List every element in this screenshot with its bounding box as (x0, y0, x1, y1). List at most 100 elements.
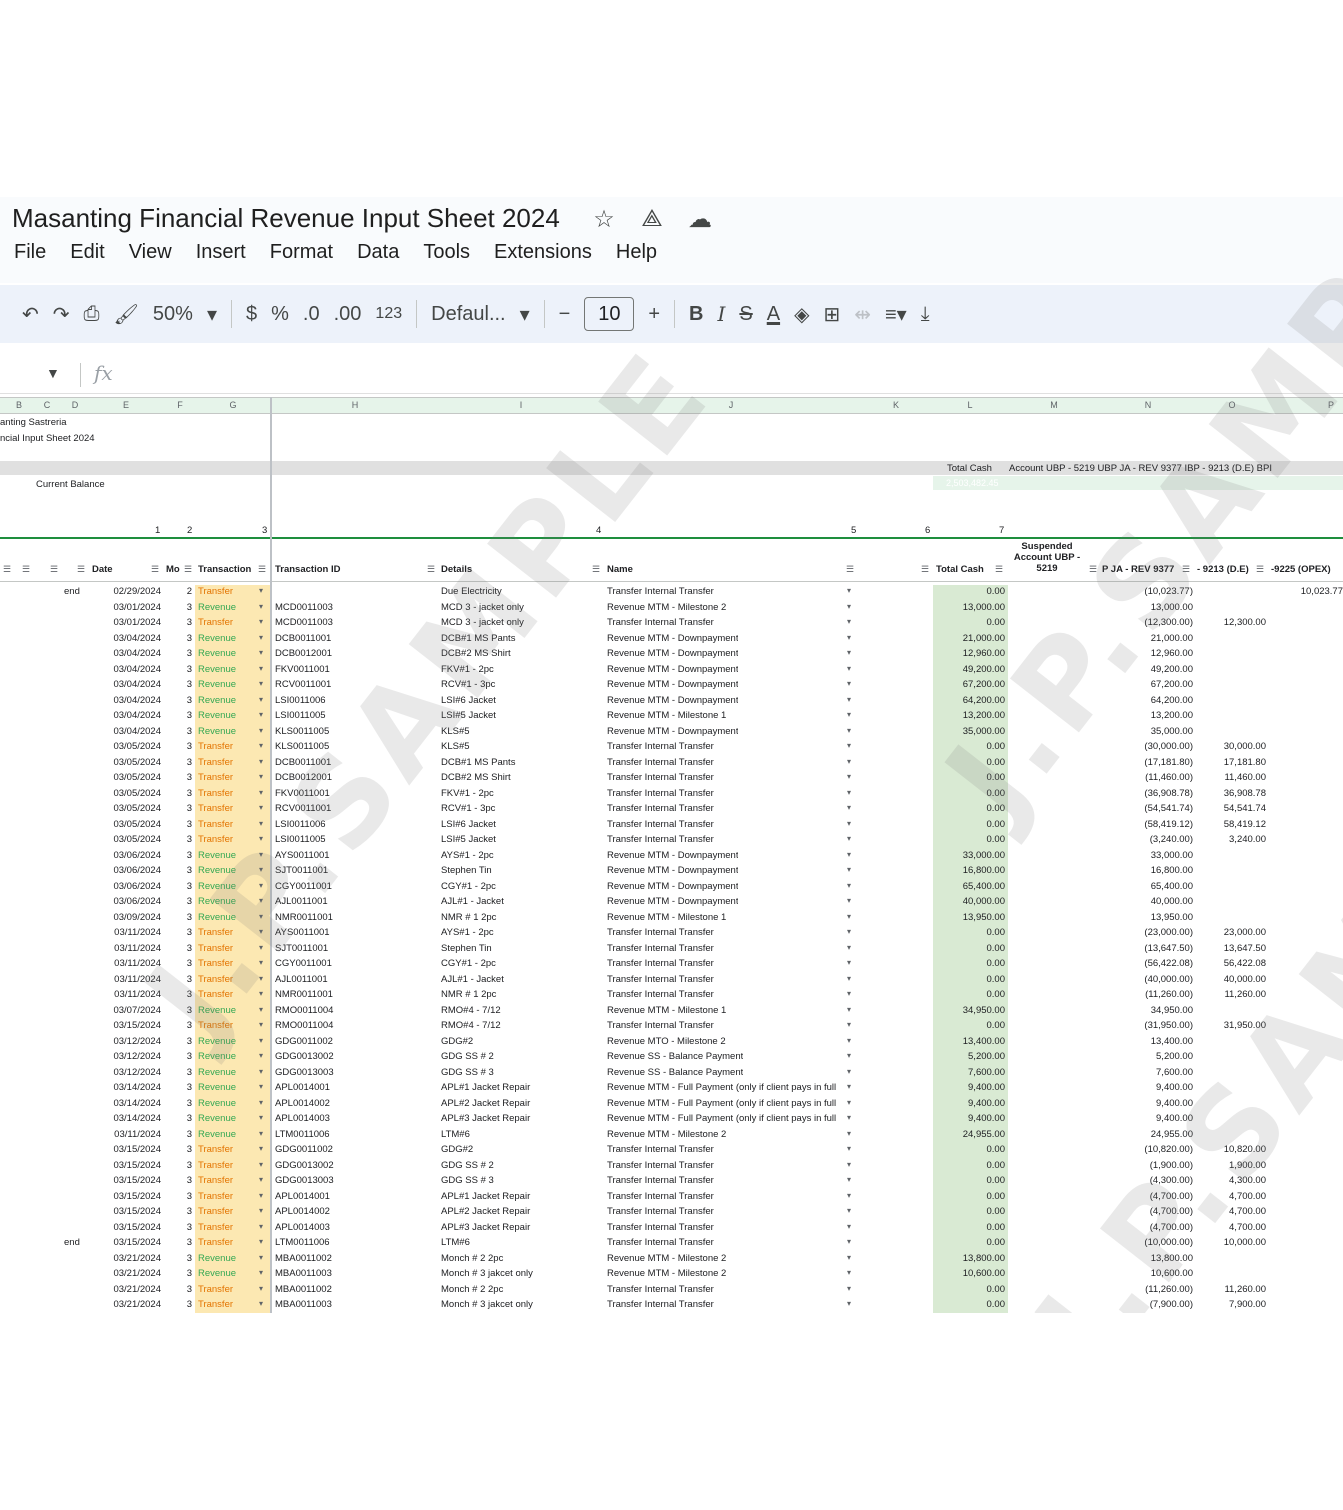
details-cell[interactable]: MCD 3 - jacket only (441, 602, 524, 613)
dropdown-chevron-icon[interactable]: ▾ (847, 1175, 851, 1184)
total-cash-cell[interactable]: 0.00 (987, 803, 1006, 814)
month-cell[interactable]: 3 (187, 1051, 192, 1062)
transaction-id-cell[interactable]: RCV0011001 (275, 679, 331, 690)
de-cell[interactable]: 7,900.00 (1229, 1299, 1266, 1310)
month-cell[interactable]: 3 (187, 1268, 192, 1279)
total-cash-cell[interactable]: 0.00 (987, 927, 1006, 938)
table-row[interactable]: 03/04/2024 3 Revenue LSI0011006 LSI#6 Jacket… (0, 693, 1343, 709)
dropdown-chevron-icon[interactable]: ▾ (847, 1144, 851, 1153)
pja-rev-cell[interactable]: 40,000.00 (1151, 896, 1193, 907)
pja-rev-cell[interactable]: 7,600.00 (1156, 1067, 1193, 1078)
column-header[interactable]: M (1050, 400, 1058, 410)
de-cell[interactable]: 11,260.00 (1224, 989, 1266, 1000)
merge-cells-icon[interactable]: ⇹ (854, 294, 871, 334)
date-cell[interactable]: 03/14/2024 (113, 1113, 161, 1124)
name-cell[interactable]: Revenue MTM - Milestone 1 (607, 1005, 726, 1016)
name-cell[interactable]: Transfer Internal Transfer (607, 1160, 714, 1171)
dropdown-chevron-icon[interactable]: ▾ (259, 1005, 263, 1014)
dropdown-chevron-icon[interactable]: ▾ (259, 1268, 263, 1277)
dropdown-chevron-icon[interactable]: ▾ (847, 1160, 851, 1169)
filter-icon[interactable]: ☰ (184, 564, 192, 575)
dropdown-chevron-icon[interactable]: ▾ (847, 617, 851, 626)
total-cash-cell[interactable]: 49,200.00 (963, 664, 1005, 675)
month-cell[interactable]: 3 (187, 602, 192, 613)
name-cell[interactable]: Revenue MTM - Downpayment (607, 865, 738, 876)
date-cell[interactable]: 03/04/2024 (113, 633, 161, 644)
details-cell[interactable]: LTM#6 (441, 1237, 470, 1248)
details-cell[interactable]: Due Electricity (441, 586, 502, 597)
total-cash-cell[interactable]: 0.00 (987, 1284, 1006, 1295)
details-cell[interactable]: KLS#5 (441, 741, 470, 752)
month-cell[interactable]: 3 (187, 1237, 192, 1248)
transaction-type-cell[interactable]: Transfer (198, 1144, 233, 1155)
header-opex[interactable]: -9225 (OPEX) (1271, 564, 1331, 575)
transaction-id-cell[interactable]: APL0014003 (275, 1113, 330, 1124)
transaction-id-cell[interactable]: SJT0011001 (275, 865, 328, 876)
month-cell[interactable]: 3 (187, 772, 192, 783)
details-cell[interactable]: RMO#4 - 7/12 (441, 1020, 501, 1031)
pja-rev-cell[interactable]: (7,900.00) (1150, 1299, 1193, 1310)
dropdown-chevron-icon[interactable]: ▾ (847, 1129, 851, 1138)
name-cell[interactable]: Revenue SS - Balance Payment (607, 1067, 743, 1078)
dropdown-chevron-icon[interactable]: ▾ (259, 850, 263, 859)
column-header[interactable]: F (177, 400, 183, 410)
filter-icon[interactable]: ☰ (427, 564, 435, 575)
details-cell[interactable]: AJL#1 - Jacket (441, 896, 504, 907)
dropdown-chevron-icon[interactable]: ▾ (259, 1051, 263, 1060)
name-cell[interactable]: Transfer Internal Transfer (607, 1175, 714, 1186)
month-cell[interactable]: 3 (187, 710, 192, 721)
end-flag-cell[interactable]: end (64, 586, 80, 597)
pja-rev-cell[interactable]: (10,820.00) (1144, 1144, 1193, 1155)
zoom-select[interactable]: 50% (153, 294, 193, 334)
de-cell[interactable]: 4,300.00 (1229, 1175, 1266, 1186)
name-cell[interactable]: Transfer Internal Transfer (607, 803, 714, 814)
pja-rev-cell[interactable]: (4,700.00) (1150, 1222, 1193, 1233)
month-cell[interactable]: 3 (187, 1191, 192, 1202)
dropdown-chevron-icon[interactable]: ▾ (847, 958, 851, 967)
pja-rev-cell[interactable]: 21,000.00 (1151, 633, 1193, 644)
month-cell[interactable]: 3 (187, 648, 192, 659)
pja-rev-cell[interactable]: 12,960.00 (1151, 648, 1193, 659)
column-header[interactable]: N (1145, 400, 1152, 410)
header-transaction-id[interactable]: Transaction ID (275, 564, 340, 575)
table-row[interactable]: 03/15/2024 3 Transfer GDG0013002 GDG SS # 2 T… (0, 1158, 1343, 1174)
month-cell[interactable]: 3 (187, 726, 192, 737)
name-cell[interactable]: Revenue MTM - Downpayment (607, 633, 738, 644)
transaction-type-cell[interactable]: Revenue (198, 633, 236, 644)
total-cash-cell[interactable]: 21,000.00 (963, 633, 1005, 644)
dropdown-chevron-icon[interactable]: ▾ (259, 726, 263, 735)
table-row[interactable]: 03/11/2024 3 Transfer AJL0011001 AJL#1 - Jac… (0, 972, 1343, 988)
name-cell[interactable]: Transfer Internal Transfer (607, 1222, 714, 1233)
transaction-id-cell[interactable]: FKV0011001 (275, 788, 330, 799)
table-row[interactable]: 03/14/2024 3 Revenue APL0014001 APL#1 Jacket… (0, 1081, 1343, 1097)
transaction-id-cell[interactable]: APL0014003 (275, 1222, 330, 1233)
transaction-id-cell[interactable]: NMR0011001 (275, 989, 333, 1000)
total-cash-cell[interactable]: 0.00 (987, 1144, 1006, 1155)
menu-file[interactable]: File (14, 241, 46, 264)
pja-rev-cell[interactable]: (36,908.78) (1144, 788, 1193, 799)
font-dropdown-icon[interactable]: ▾ (520, 294, 530, 334)
dropdown-chevron-icon[interactable]: ▾ (847, 695, 851, 704)
filter-icon[interactable]: ☰ (22, 564, 30, 575)
de-cell[interactable]: 4,700.00 (1229, 1191, 1266, 1202)
filter-icon[interactable]: ☰ (921, 564, 929, 575)
header-details[interactable]: Details (441, 564, 472, 575)
month-cell[interactable]: 3 (187, 695, 192, 706)
transaction-id-cell[interactable]: LTM0011006 (275, 1237, 330, 1248)
table-row[interactable]: 03/04/2024 3 Revenue KLS0011005 KLS#5 Revenue… (0, 724, 1343, 740)
month-cell[interactable]: 3 (187, 881, 192, 892)
total-cash-cell[interactable]: 0.00 (987, 1299, 1006, 1310)
pja-rev-cell[interactable]: (58,419.12) (1144, 819, 1193, 830)
pja-rev-cell[interactable]: (4,700.00) (1150, 1206, 1193, 1217)
decrease-decimal-button[interactable]: .0 (303, 294, 320, 334)
pja-rev-cell[interactable]: 10,600.00 (1151, 1268, 1193, 1279)
dropdown-chevron-icon[interactable]: ▾ (847, 679, 851, 688)
pja-rev-cell[interactable]: 34,950.00 (1151, 1005, 1193, 1016)
filter-icon[interactable]: ☰ (1256, 564, 1264, 575)
details-cell[interactable]: LTM#6 (441, 1129, 470, 1140)
transaction-id-cell[interactable]: GDG0013003 (275, 1067, 334, 1078)
transaction-type-cell[interactable]: Transfer (198, 1237, 233, 1248)
name-cell[interactable]: Revenue MTM - Milestone 2 (607, 1268, 726, 1279)
date-cell[interactable]: 03/15/2024 (113, 1144, 161, 1155)
total-cash-cell[interactable]: 65,400.00 (963, 881, 1005, 892)
